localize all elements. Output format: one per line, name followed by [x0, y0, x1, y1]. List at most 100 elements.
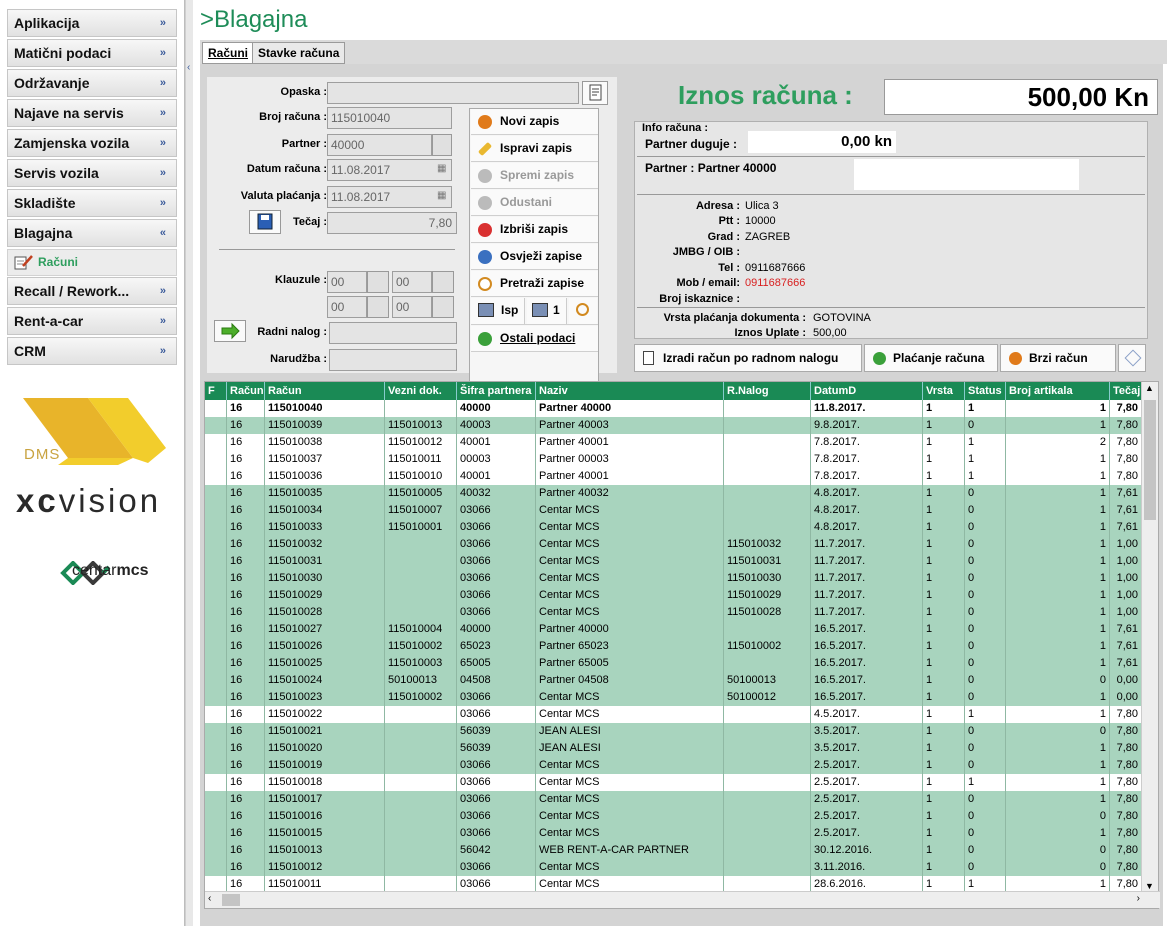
- table-row[interactable]: 16 115010025 115010003 65005 Partner 65005 16…: [205, 655, 1142, 672]
- table-cell: 0: [965, 808, 1006, 825]
- odustani-button[interactable]: Odustani: [471, 190, 598, 216]
- nav-recall[interactable]: Recall / Rework... »: [7, 277, 177, 305]
- novi-zapis-button[interactable]: Novi zapis: [471, 109, 598, 135]
- nav-zamjenska-vozila[interactable]: Zamjenska vozila »: [7, 129, 177, 157]
- table-row[interactable]: 16 115010037 115010011 00003 Partner 00003 7.…: [205, 451, 1142, 468]
- table-row[interactable]: 16 115010022 03066 Centar MCS 4.5.2017. 1 1 1 7,…: [205, 706, 1142, 723]
- osvjezi-zapise-button[interactable]: Osvježi zapise: [471, 244, 598, 270]
- klauzula-3-input[interactable]: 00: [327, 296, 367, 318]
- column-header[interactable]: R.Nalog: [724, 382, 811, 400]
- nav-odrzavanje[interactable]: Održavanje »: [7, 69, 177, 97]
- collapse-arrow-icon[interactable]: ‹: [187, 62, 190, 73]
- broj-input[interactable]: 115010040: [327, 107, 452, 129]
- nav-skladiste[interactable]: Skladište »: [7, 189, 177, 217]
- column-header[interactable]: Status: [965, 382, 1006, 400]
- nav-crm[interactable]: CRM »: [7, 337, 177, 365]
- tab-stavke-racuna[interactable]: Stavke računa: [252, 42, 346, 64]
- scroll-left-icon[interactable]: ‹: [208, 893, 211, 904]
- nav-sub-racuni[interactable]: Računi: [7, 249, 177, 276]
- table-row[interactable]: 16 115010036 115010010 40001 Partner 40001 7.…: [205, 468, 1142, 485]
- table-row[interactable]: 16 115010021 56039 JEAN ALESI 3.5.2017. 1 0 0 7,…: [205, 723, 1142, 740]
- table-row[interactable]: 16 115010020 56039 JEAN ALESI 3.5.2017. 1 0 1 7,…: [205, 740, 1142, 757]
- note-button[interactable]: [582, 81, 608, 105]
- radni-nalog-input[interactable]: [329, 322, 457, 344]
- scroll-thumb[interactable]: [222, 894, 240, 906]
- column-header[interactable]: DatumD: [811, 382, 923, 400]
- ispravi-zapis-button[interactable]: Ispravi zapis: [471, 136, 598, 162]
- tag-button[interactable]: [1118, 344, 1146, 372]
- table-row[interactable]: 16 115010032 03066 Centar MCS 115010032 11.7.…: [205, 536, 1142, 553]
- nav-aplikacija[interactable]: Aplikacija »: [7, 9, 177, 37]
- table-row[interactable]: 16 115010033 115010001 03066 Centar MCS 4.8.2…: [205, 519, 1142, 536]
- column-header[interactable]: Šifra partnera: [457, 382, 536, 400]
- table-row[interactable]: 16 115010039 115010013 40003 Partner 40003 9.…: [205, 417, 1142, 434]
- table-row[interactable]: 16 115010028 03066 Centar MCS 115010028 11.7.…: [205, 604, 1142, 621]
- table-row[interactable]: 16 115010012 03066 Centar MCS 3.11.2016. 1 0 0 7…: [205, 859, 1142, 876]
- placanje-racuna-button[interactable]: Plaćanje računa: [864, 344, 998, 372]
- brzi-racun-button[interactable]: Brzi račun: [1000, 344, 1116, 372]
- tab-racuni[interactable]: Računi: [202, 42, 255, 64]
- partner-input[interactable]: 40000: [327, 134, 432, 156]
- partner-lookup-button[interactable]: [432, 134, 452, 156]
- column-header[interactable]: Račun: [227, 382, 265, 400]
- table-row[interactable]: 16 115010030 03066 Centar MCS 115010030 11.7.…: [205, 570, 1142, 587]
- table-row[interactable]: 16 115010027 115010004 40000 Partner 40000 16…: [205, 621, 1142, 638]
- table-row[interactable]: 16 115010038 115010012 40001 Partner 40001 7.…: [205, 434, 1142, 451]
- horizontal-scrollbar[interactable]: ‹ ›: [205, 891, 1160, 908]
- table-row[interactable]: 16 115010026 115010002 65023 Partner 65023 11…: [205, 638, 1142, 655]
- sidebar-splitter[interactable]: ‹: [185, 0, 193, 926]
- column-header[interactable]: Vezni dok.: [385, 382, 457, 400]
- calendar-icon[interactable]: ▦: [437, 163, 446, 174]
- klauzula-2-input[interactable]: 00: [392, 271, 432, 293]
- column-header[interactable]: Broj artikala: [1006, 382, 1110, 400]
- table-row[interactable]: 16 115010040 40000 Partner 40000 11.8.2017. 1…: [205, 400, 1142, 417]
- table-row[interactable]: 16 115010035 115010005 40032 Partner 40032 4.…: [205, 485, 1142, 502]
- ostali-podaci-button[interactable]: Ostali podaci: [471, 326, 598, 352]
- scroll-up-icon[interactable]: ▲: [1145, 383, 1154, 393]
- calendar-icon[interactable]: ▦: [437, 190, 446, 201]
- opaska-input[interactable]: [327, 82, 579, 104]
- table-row[interactable]: 16 115010019 03066 Centar MCS 2.5.2017. 1 0 1 7,…: [205, 757, 1142, 774]
- column-header[interactable]: Naziv: [536, 382, 724, 400]
- narudzba-input[interactable]: [329, 349, 457, 371]
- spremi-zapis-button[interactable]: Spremi zapis: [471, 163, 598, 189]
- tecaj-input[interactable]: 7,80: [327, 212, 457, 234]
- scroll-down-icon[interactable]: ▼: [1145, 881, 1154, 891]
- table-row[interactable]: 16 115010016 03066 Centar MCS 2.5.2017. 1 0 0 7,…: [205, 808, 1142, 825]
- nav-maticni-podaci[interactable]: Matični podaci »: [7, 39, 177, 67]
- nav-rent-a-car[interactable]: Rent-a-car »: [7, 307, 177, 335]
- table-row[interactable]: 16 115010015 03066 Centar MCS 2.5.2017. 1 0 1 7,…: [205, 825, 1142, 842]
- klauzula-4-lookup[interactable]: [432, 296, 454, 318]
- table-row[interactable]: 16 115010018 03066 Centar MCS 2.5.2017. 1 1 1 7,…: [205, 774, 1142, 791]
- table-row[interactable]: 16 115010013 56042 WEB RENT-A-CAR PARTNER 30…: [205, 842, 1142, 859]
- klauzula-4-input[interactable]: 00: [392, 296, 432, 318]
- vertical-scrollbar[interactable]: ▲ ▼: [1141, 382, 1158, 892]
- table-row[interactable]: 16 115010029 03066 Centar MCS 115010029 11.7.…: [205, 587, 1142, 604]
- table-row[interactable]: 16 115010017 03066 Centar MCS 2.5.2017. 1 0 1 7,…: [205, 791, 1142, 808]
- datum-input[interactable]: 11.08.2017: [327, 159, 452, 181]
- izradi-racun-button[interactable]: Izradi račun po radnom nalogu: [634, 344, 862, 372]
- column-header[interactable]: Tečaj: [1110, 382, 1142, 400]
- column-header[interactable]: Račun: [265, 382, 385, 400]
- klauzula-1-input[interactable]: 00: [327, 271, 367, 293]
- valuta-input[interactable]: 11.08.2017: [327, 186, 452, 208]
- table-row[interactable]: 16 115010023 115010002 03066 Centar MCS 50100…: [205, 689, 1142, 706]
- nav-blagajna[interactable]: Blagajna «: [7, 219, 177, 247]
- nav-servis-vozila[interactable]: Servis vozila »: [7, 159, 177, 187]
- print-count-button[interactable]: 1: [527, 298, 567, 324]
- table-row[interactable]: 16 115010031 03066 Centar MCS 115010031 11.7.…: [205, 553, 1142, 570]
- pretrazi-zapise-button[interactable]: Pretraži zapise: [471, 271, 598, 297]
- scroll-right-icon[interactable]: ›: [1137, 893, 1140, 904]
- izbrisi-zapis-button[interactable]: Izbriši zapis: [471, 217, 598, 243]
- table-row[interactable]: 16 115010034 115010007 03066 Centar MCS 4.8.2…: [205, 502, 1142, 519]
- klauzula-2-lookup[interactable]: [432, 271, 454, 293]
- klauzula-1-lookup[interactable]: [367, 271, 389, 293]
- print-isp-button[interactable]: Isp: [471, 298, 525, 324]
- column-header[interactable]: Vrsta: [923, 382, 965, 400]
- print-preview-button[interactable]: [569, 298, 597, 324]
- scroll-thumb[interactable]: [1144, 400, 1156, 520]
- column-header[interactable]: F: [205, 382, 227, 400]
- klauzula-3-lookup[interactable]: [367, 296, 389, 318]
- nav-najave[interactable]: Najave na servis »: [7, 99, 177, 127]
- table-row[interactable]: 16 115010024 50100013 04508 Partner 04508 501…: [205, 672, 1142, 689]
